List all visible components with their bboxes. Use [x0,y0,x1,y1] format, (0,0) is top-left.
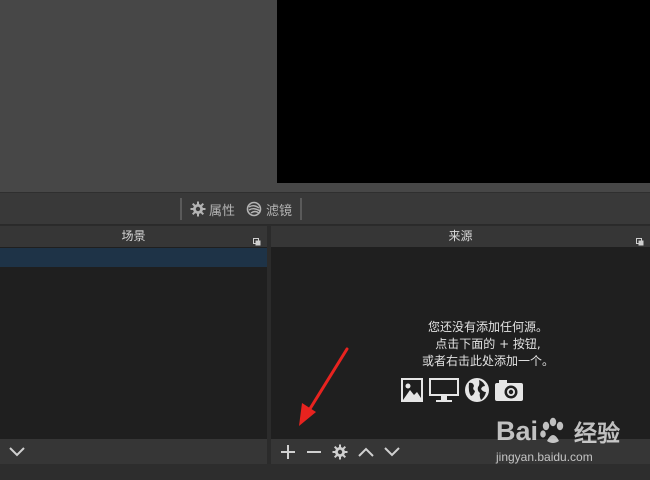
context-toolbar: 属性 滤镜 [0,192,650,225]
float-dock-icon[interactable] [636,232,644,246]
sources-empty-hint: 您还没有添加任何源。 点击下面的 + 按钮, 或者右击此处添加一个。 [271,319,650,370]
chevron-down-icon [9,446,25,456]
watermark-url: jingyan.baidu.com [496,450,593,464]
source-move-down-button[interactable] [381,441,403,463]
chevron-up-icon [358,447,374,457]
empty-hint-line: 您还没有添加任何源。 [427,320,548,334]
preview-area [0,0,650,192]
filters-button[interactable]: 滤镜 [246,198,292,220]
source-type-icons [400,377,524,407]
monitor-icon [428,377,460,407]
properties-button[interactable]: 属性 [190,198,235,220]
sources-list[interactable]: 您还没有添加任何源。 点击下面的 + 按钮, 或者右击此处添加一个。 [271,247,650,439]
remove-icon [307,450,321,453]
scene-move-down-button[interactable] [6,441,28,463]
image-icon [400,377,424,407]
gear-icon [332,444,348,459]
remove-source-button[interactable] [303,441,325,463]
add-icon [281,444,295,459]
float-dock-icon[interactable] [253,232,261,246]
filter-icon [246,201,263,217]
chevron-down-icon [384,446,400,456]
globe-icon [464,377,490,407]
watermark: Bai 经验 jingyan.baidu.com [496,414,646,470]
watermark-brand-suffix: 经验 [574,420,621,446]
scenes-dock: 场景 [0,226,267,464]
toolbar-separator [300,198,302,220]
scenes-toolbar [0,439,267,464]
scenes-dock-title: 场景 [0,226,267,247]
scenes-title-label: 场景 [121,229,146,243]
sources-dock-title: 来源 [271,226,650,247]
watermark-logo: Bai 经验 [496,414,620,448]
camera-icon [494,378,524,406]
paw-icon [540,417,564,443]
watermark-brand: Bai [496,415,539,446]
properties-label: 属性 [209,203,236,219]
preview-canvas[interactable] [277,0,650,183]
filters-label: 滤镜 [266,203,293,219]
scenes-list[interactable] [0,247,267,439]
empty-hint-line: 点击下面的 + 按钮, [435,337,541,351]
sources-title-label: 来源 [448,229,473,243]
empty-hint-line: 或者右击此处添加一个。 [421,354,554,368]
add-source-button[interactable] [277,441,299,463]
source-move-up-button[interactable] [355,441,377,463]
list-item[interactable] [0,248,267,267]
toolbar-separator [180,198,182,220]
gear-icon [190,201,206,217]
source-properties-button[interactable] [329,441,351,463]
